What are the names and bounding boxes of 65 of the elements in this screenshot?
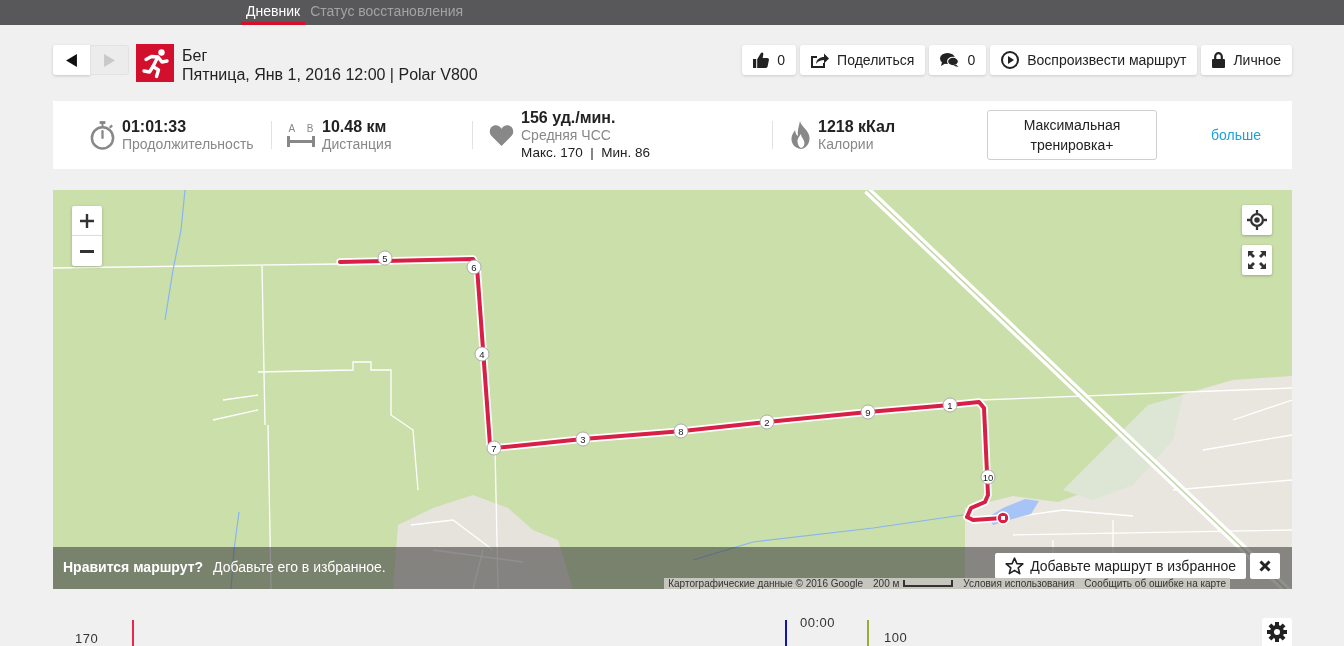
share-icon xyxy=(811,52,830,68)
lock-icon xyxy=(1212,52,1226,68)
terms-link[interactable]: Условия использования xyxy=(963,578,1075,589)
fullscreen-button[interactable] xyxy=(1242,245,1272,275)
privacy-button[interactable]: Личное xyxy=(1201,45,1292,75)
caret-right-icon xyxy=(104,53,115,67)
chart-label: 170 xyxy=(75,631,99,646)
distance-marker: 6 xyxy=(466,259,482,275)
distance-marker: 8 xyxy=(673,423,689,439)
zoom-in-button[interactable] xyxy=(72,206,102,236)
stat-value: 156 уд./мин. xyxy=(521,109,617,127)
chart-label: 100 xyxy=(884,630,908,645)
stopwatch-icon xyxy=(90,120,115,150)
close-icon xyxy=(1259,560,1271,572)
distance-marker: 4 xyxy=(474,346,490,362)
like-button[interactable]: 0 xyxy=(742,45,797,75)
distance-marker: 1 xyxy=(942,397,958,413)
sport-title: Бег xyxy=(182,46,209,65)
chart-label: 00:00 xyxy=(800,615,836,630)
workout-details: Пятница, Янв 1, 2016 12:00 | Polar V800 xyxy=(182,65,478,84)
locate-button[interactable] xyxy=(1242,205,1272,235)
play-route-button[interactable]: Воспроизвести маршрут xyxy=(990,45,1198,75)
distance-marker: 2 xyxy=(759,414,775,430)
star-icon xyxy=(1005,557,1025,575)
share-button[interactable]: Поделиться xyxy=(800,45,926,75)
play-icon xyxy=(1001,51,1020,69)
distance-marker: 5 xyxy=(377,250,393,266)
zoom-out-icon xyxy=(80,249,94,253)
banner-hint: Добавьте его в избранное. xyxy=(213,559,386,575)
prev-button[interactable] xyxy=(53,45,90,75)
finish-marker-icon xyxy=(996,511,1010,525)
zoom-in-icon xyxy=(80,213,94,228)
caret-left-icon xyxy=(66,53,77,67)
heart-rate-range: Макс. 170 | Мин. 86 xyxy=(521,144,650,161)
settings-button[interactable] xyxy=(1262,618,1292,646)
stat-value: 01:01:33 xyxy=(122,118,188,136)
stat-value: 10.48 км xyxy=(322,118,388,136)
thumbs-up-icon xyxy=(753,52,770,68)
scale-bar-icon xyxy=(903,580,954,587)
settings-icon xyxy=(1267,622,1287,642)
map-data-credit: Картографические данные © 2016 Google xyxy=(668,578,863,589)
distance-marker: 10 xyxy=(980,469,996,485)
training-benefit-button[interactable]: Максимальная тренировка+ xyxy=(987,110,1157,160)
zoom-out-button[interactable] xyxy=(72,236,102,266)
fullscreen-icon xyxy=(1248,251,1266,269)
close-button[interactable] xyxy=(1250,553,1280,579)
distance-marker: 7 xyxy=(486,440,502,456)
runner-icon xyxy=(136,44,174,82)
stat-label: Дистанция xyxy=(322,136,392,152)
stat-label: Средняя ЧСС xyxy=(521,127,612,143)
stat-label: Калории xyxy=(818,136,875,152)
nav-tab[interactable]: Дневник xyxy=(241,0,306,25)
stat-label: Продолжительность xyxy=(122,136,254,152)
heart-icon xyxy=(489,124,514,146)
crosshair-icon xyxy=(1247,210,1267,230)
add-favorite-button[interactable]: Добавьте маршрут в избранное xyxy=(995,553,1246,579)
scale-label: 200 м xyxy=(873,578,900,589)
stat-value: 1218 кКал xyxy=(818,118,896,136)
flame-icon xyxy=(791,121,811,149)
comments-button[interactable]: 0 xyxy=(929,45,987,75)
banner-question: Нравится маршрут? xyxy=(63,559,204,575)
comments-icon xyxy=(940,53,960,67)
report-error-link[interactable]: Сообщить об ошибке на карте xyxy=(1084,578,1226,589)
distance-marker: 3 xyxy=(575,431,591,447)
distance-marker: 9 xyxy=(860,404,876,420)
